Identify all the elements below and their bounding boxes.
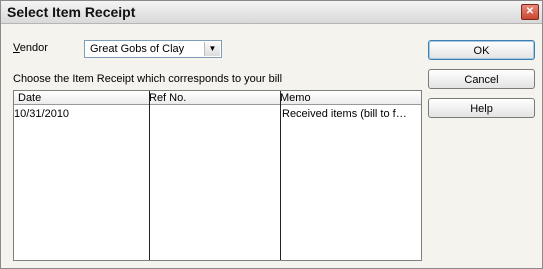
vendor-selected-value: Great Gobs of Clay [90,43,185,55]
column-header-memo[interactable]: Memo [276,91,421,105]
select-item-receipt-dialog: Select Item Receipt ✕ Vendor Great Gobs … [0,0,543,269]
column-divider [280,91,281,260]
chevron-down-icon[interactable]: ▼ [204,42,220,56]
vendor-label-rest: endor [19,42,48,54]
cancel-button[interactable]: Cancel [428,69,535,89]
vendor-dropdown[interactable]: Great Gobs of Clay ▼ [84,40,222,58]
vendor-label: Vendor [13,42,48,54]
column-header-ref-no[interactable]: Ref No. [145,91,276,105]
vendor-label-mnemonic: V [13,42,20,54]
cell-date: 10/31/2010 [14,108,70,120]
column-divider [149,91,150,260]
title-bar: Select Item Receipt ✕ [1,1,542,24]
column-header-date[interactable]: Date [14,91,145,105]
cell-memo: Received items (bill to f… [282,108,407,120]
item-receipt-list[interactable]: Date Ref No. Memo 10/31/2010 Received it… [13,90,422,261]
close-icon[interactable]: ✕ [521,4,539,20]
help-button[interactable]: Help [428,98,535,118]
instruction-text: Choose the Item Receipt which correspond… [13,73,283,85]
ok-button[interactable]: OK [428,40,535,60]
window-title: Select Item Receipt [7,4,136,20]
